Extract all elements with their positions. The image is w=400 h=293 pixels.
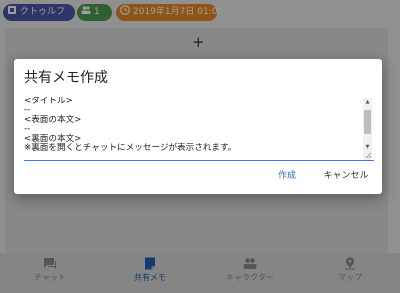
dialog-title: 共有メモ作成 xyxy=(24,70,108,86)
scroll-up-arrow-icon[interactable]: ▲ xyxy=(363,98,372,106)
create-memo-dialog: 共有メモ作成 <タイトル> -- <表面の本文> -- <裏面の本文> ※裏面を… xyxy=(14,59,382,194)
memo-textarea[interactable]: <タイトル> -- <表面の本文> -- <裏面の本文> ※裏面を開くとチャット… xyxy=(24,97,374,161)
create-button[interactable]: 作成 xyxy=(270,168,304,184)
scrollbar-thumb[interactable] xyxy=(364,110,371,134)
scroll-down-arrow-icon[interactable]: ▼ xyxy=(363,143,372,151)
cancel-button[interactable]: キャンセル xyxy=(320,168,372,184)
resize-handle-icon[interactable] xyxy=(364,151,372,159)
